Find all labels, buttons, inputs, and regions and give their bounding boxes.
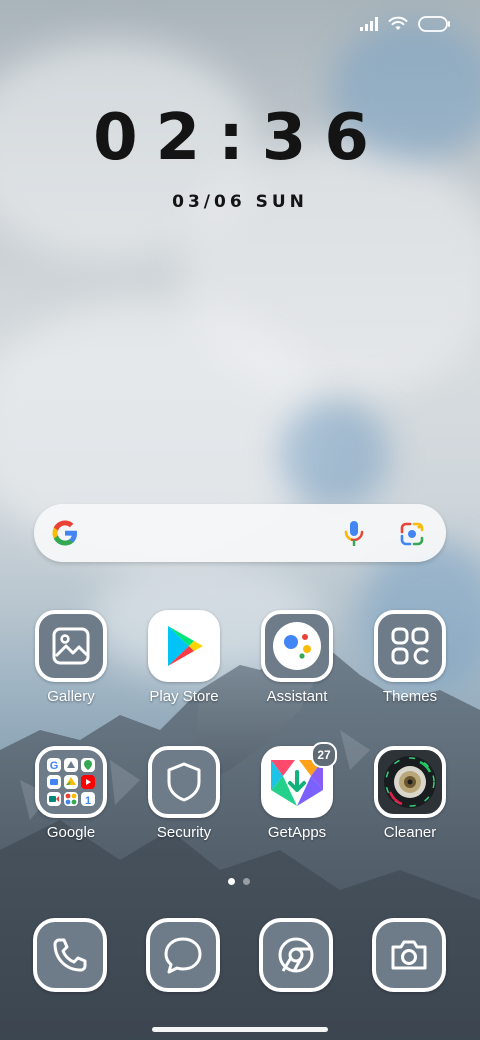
dock-messages[interactable] [146, 918, 220, 992]
shield-icon [148, 746, 220, 818]
wifi-icon [388, 16, 408, 30]
themes-icon [374, 610, 446, 682]
phone-icon [33, 918, 107, 992]
google-g-icon [52, 520, 77, 546]
camera-icon [372, 918, 446, 992]
app-label: Security [156, 824, 212, 841]
assistant-icon [261, 610, 333, 682]
battery-icon [418, 16, 450, 32]
app-label: Cleaner [383, 824, 437, 841]
home-screen: 02:36 03/06 SUN Gallery Play Store Assis… [0, 0, 480, 1040]
app-play-store[interactable]: Play Store [134, 610, 234, 705]
gesture-navigation-handle[interactable] [152, 1027, 328, 1032]
svg-text:1: 1 [85, 795, 91, 807]
google-folder-icon: G 1 [35, 746, 107, 818]
google-search-bar[interactable] [34, 504, 446, 562]
page-indicator [228, 878, 250, 885]
signal-icon [360, 17, 378, 31]
app-google-folder[interactable]: G 1 Google [21, 746, 121, 841]
clock-date[interactable]: 03/06 SUN [0, 192, 480, 212]
app-gallery[interactable]: Gallery [21, 610, 121, 705]
app-themes[interactable]: Themes [360, 610, 460, 705]
app-security[interactable]: Security [134, 746, 234, 841]
wallpaper-sky [280, 400, 390, 510]
app-label: Google [46, 824, 96, 841]
dock-camera[interactable] [372, 918, 446, 992]
gallery-icon [35, 610, 107, 682]
page-dot[interactable] [243, 878, 250, 885]
notification-badge: 27 [311, 742, 337, 768]
dock-chrome[interactable] [259, 918, 333, 992]
dock-phone[interactable] [33, 918, 107, 992]
voice-search-icon[interactable] [342, 520, 366, 548]
app-assistant[interactable]: Assistant [247, 610, 347, 705]
page-dot-active[interactable] [228, 878, 235, 885]
status-bar [360, 16, 450, 32]
google-lens-icon[interactable] [398, 520, 426, 548]
cleaner-icon [374, 746, 446, 818]
messages-icon [146, 918, 220, 992]
app-label: Assistant [266, 688, 328, 705]
app-label: Gallery [47, 688, 95, 705]
svg-text:G: G [50, 760, 59, 772]
chrome-icon [259, 918, 333, 992]
app-cleaner[interactable]: Cleaner [360, 746, 460, 841]
app-label: Themes [382, 688, 438, 705]
play-store-icon [148, 610, 220, 682]
clock-time[interactable]: 02:36 [0, 98, 480, 178]
app-label: GetApps [267, 824, 327, 841]
app-getapps[interactable]: 27 GetApps [247, 742, 347, 841]
app-label: Play Store [149, 688, 219, 705]
getapps-icon: 27 [261, 742, 337, 818]
